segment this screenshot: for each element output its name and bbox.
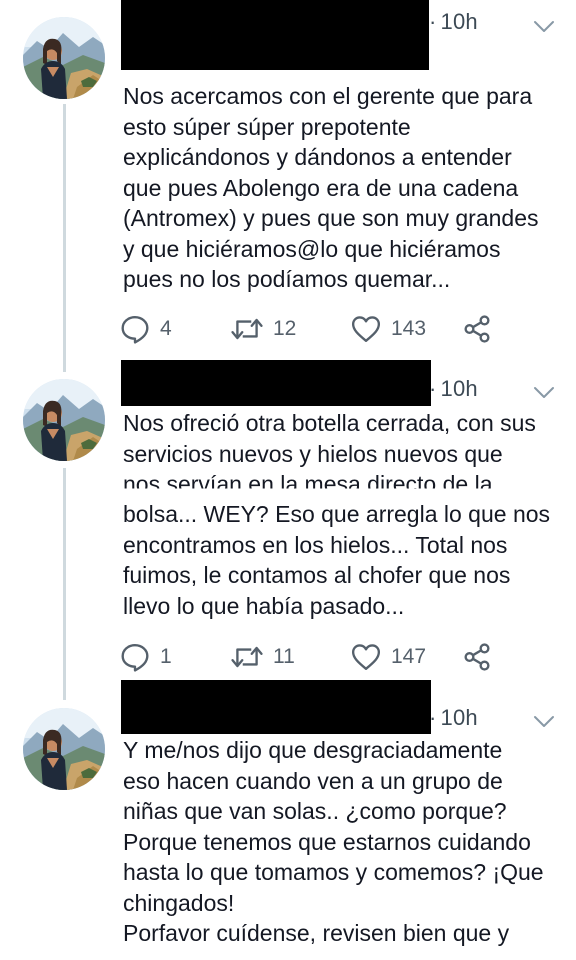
retweet-count: 11 bbox=[273, 645, 295, 668]
tweet[interactable]: · 10h Nos acercamos con el gerente que pa… bbox=[0, 0, 576, 360]
like-button[interactable]: 143 bbox=[351, 314, 426, 344]
tweet[interactable]: · 10h Nos ofreció otra botella cerrada, c… bbox=[0, 360, 576, 680]
avatar[interactable] bbox=[23, 17, 105, 99]
tweet-timestamp[interactable]: · 10h bbox=[429, 376, 478, 402]
tweet-text: bolsa... WEY? Eso que arregla lo que nos… bbox=[123, 501, 551, 619]
tweet-text: Nos acercamos con el gerente que para es… bbox=[123, 83, 539, 292]
redacted-username bbox=[121, 680, 431, 734]
tweet-actions: 4 12 143 bbox=[120, 314, 500, 344]
reply-icon bbox=[120, 314, 150, 344]
redacted-username bbox=[121, 0, 429, 70]
avatar[interactable] bbox=[23, 708, 105, 790]
retweet-icon bbox=[231, 314, 263, 344]
tweet-text: Y me/nos dijo que desgraciadamente eso h… bbox=[123, 737, 544, 946]
reply-count: 4 bbox=[160, 317, 172, 340]
tweet-timestamp[interactable]: · 10h bbox=[429, 9, 478, 35]
retweet-button[interactable]: 12 bbox=[231, 314, 296, 344]
share-icon bbox=[462, 314, 492, 344]
chevron-down-icon[interactable] bbox=[533, 20, 555, 34]
share-icon bbox=[462, 642, 492, 672]
retweet-button[interactable]: 11 bbox=[231, 642, 295, 672]
tweet-text-glitched-line: nos servían en la mesa directo de la bbox=[123, 471, 493, 497]
tweet-timestamp[interactable]: · 10h bbox=[429, 705, 478, 731]
share-button[interactable] bbox=[462, 314, 492, 344]
retweet-icon bbox=[231, 642, 263, 672]
retweet-count: 12 bbox=[273, 317, 297, 340]
avatar[interactable] bbox=[23, 379, 105, 461]
like-button[interactable]: 147 bbox=[351, 642, 426, 672]
tweet-text: Nos ofreció otra botella cerrada, con su… bbox=[123, 410, 536, 467]
heart-icon bbox=[351, 315, 381, 343]
heart-icon bbox=[351, 643, 381, 671]
like-count: 147 bbox=[391, 645, 427, 668]
reply-button[interactable]: 4 bbox=[120, 314, 172, 344]
reply-count: 1 bbox=[160, 645, 172, 668]
redacted-username bbox=[121, 360, 431, 406]
reply-icon bbox=[120, 642, 150, 672]
reply-button[interactable]: 1 bbox=[120, 642, 172, 672]
chevron-down-icon[interactable] bbox=[533, 715, 555, 729]
tweet-actions: 1 11 147 bbox=[120, 642, 500, 672]
tweet[interactable]: · 10h Y me/nos dijo que desgraciadamente … bbox=[0, 680, 576, 960]
chevron-down-icon[interactable] bbox=[533, 386, 555, 400]
like-count: 143 bbox=[391, 317, 427, 340]
share-button[interactable] bbox=[462, 642, 492, 672]
